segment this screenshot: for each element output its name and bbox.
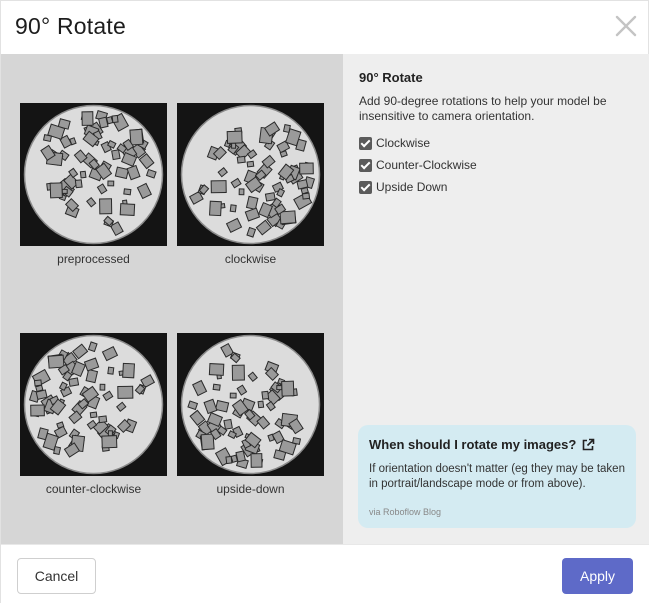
info-card-body: If orientation doesn't matter (eg they m… xyxy=(369,463,625,490)
preview-caption: preprocessed xyxy=(57,252,130,266)
settings-title: 90° Rotate xyxy=(359,70,423,85)
preview-upside-down: upside-down xyxy=(177,333,324,496)
close-icon[interactable] xyxy=(613,13,639,39)
checkbox-checked-icon[interactable] xyxy=(359,180,372,194)
info-card-link[interactable]: When should I rotate my images? xyxy=(369,437,595,452)
info-card-title[interactable]: When should I rotate my images? xyxy=(369,437,576,452)
preview-image xyxy=(177,333,324,476)
info-card: When should I rotate my images? If orien… xyxy=(358,425,636,528)
cancel-button[interactable]: Cancel xyxy=(17,558,96,594)
dialog-header: 90° Rotate xyxy=(1,1,649,54)
option-label: Clockwise xyxy=(376,136,431,150)
checkbox-checked-icon[interactable] xyxy=(359,136,372,150)
info-card-source: via Roboflow Blog xyxy=(369,507,442,517)
preview-preprocessed: preprocessed xyxy=(20,103,167,266)
preview-image xyxy=(20,333,167,476)
rotate-dialog: 90° Rotate preprocessed clockwise counte… xyxy=(0,0,649,603)
option-label: Upside Down xyxy=(376,180,448,194)
preview-image xyxy=(20,103,167,246)
option-label: Counter-Clockwise xyxy=(376,158,477,172)
dialog-title: 90° Rotate xyxy=(15,13,126,39)
option-counter-clockwise[interactable]: Counter-Clockwise xyxy=(359,157,477,173)
preview-caption: clockwise xyxy=(224,252,277,266)
checkbox-checked-icon[interactable] xyxy=(359,158,372,172)
preview-image xyxy=(177,103,324,246)
option-clockwise[interactable]: Clockwise xyxy=(359,135,430,151)
dialog-footer: Cancel Apply xyxy=(1,544,649,603)
external-link-icon[interactable] xyxy=(581,438,595,452)
option-upside-down[interactable]: Upside Down xyxy=(359,179,447,195)
settings-description: Add 90-degree rotations to help your mod… xyxy=(359,94,607,123)
apply-button[interactable]: Apply xyxy=(562,558,633,594)
preview-clockwise: clockwise xyxy=(177,103,324,266)
preview-counter-clockwise: counter-clockwise xyxy=(20,333,167,496)
preview-panel: preprocessed clockwise counter-clockwise… xyxy=(1,54,343,544)
preview-caption: upside-down xyxy=(216,482,285,496)
preview-caption: counter-clockwise xyxy=(45,482,142,496)
settings-panel: 90° Rotate Add 90-degree rotations to he… xyxy=(343,54,649,544)
